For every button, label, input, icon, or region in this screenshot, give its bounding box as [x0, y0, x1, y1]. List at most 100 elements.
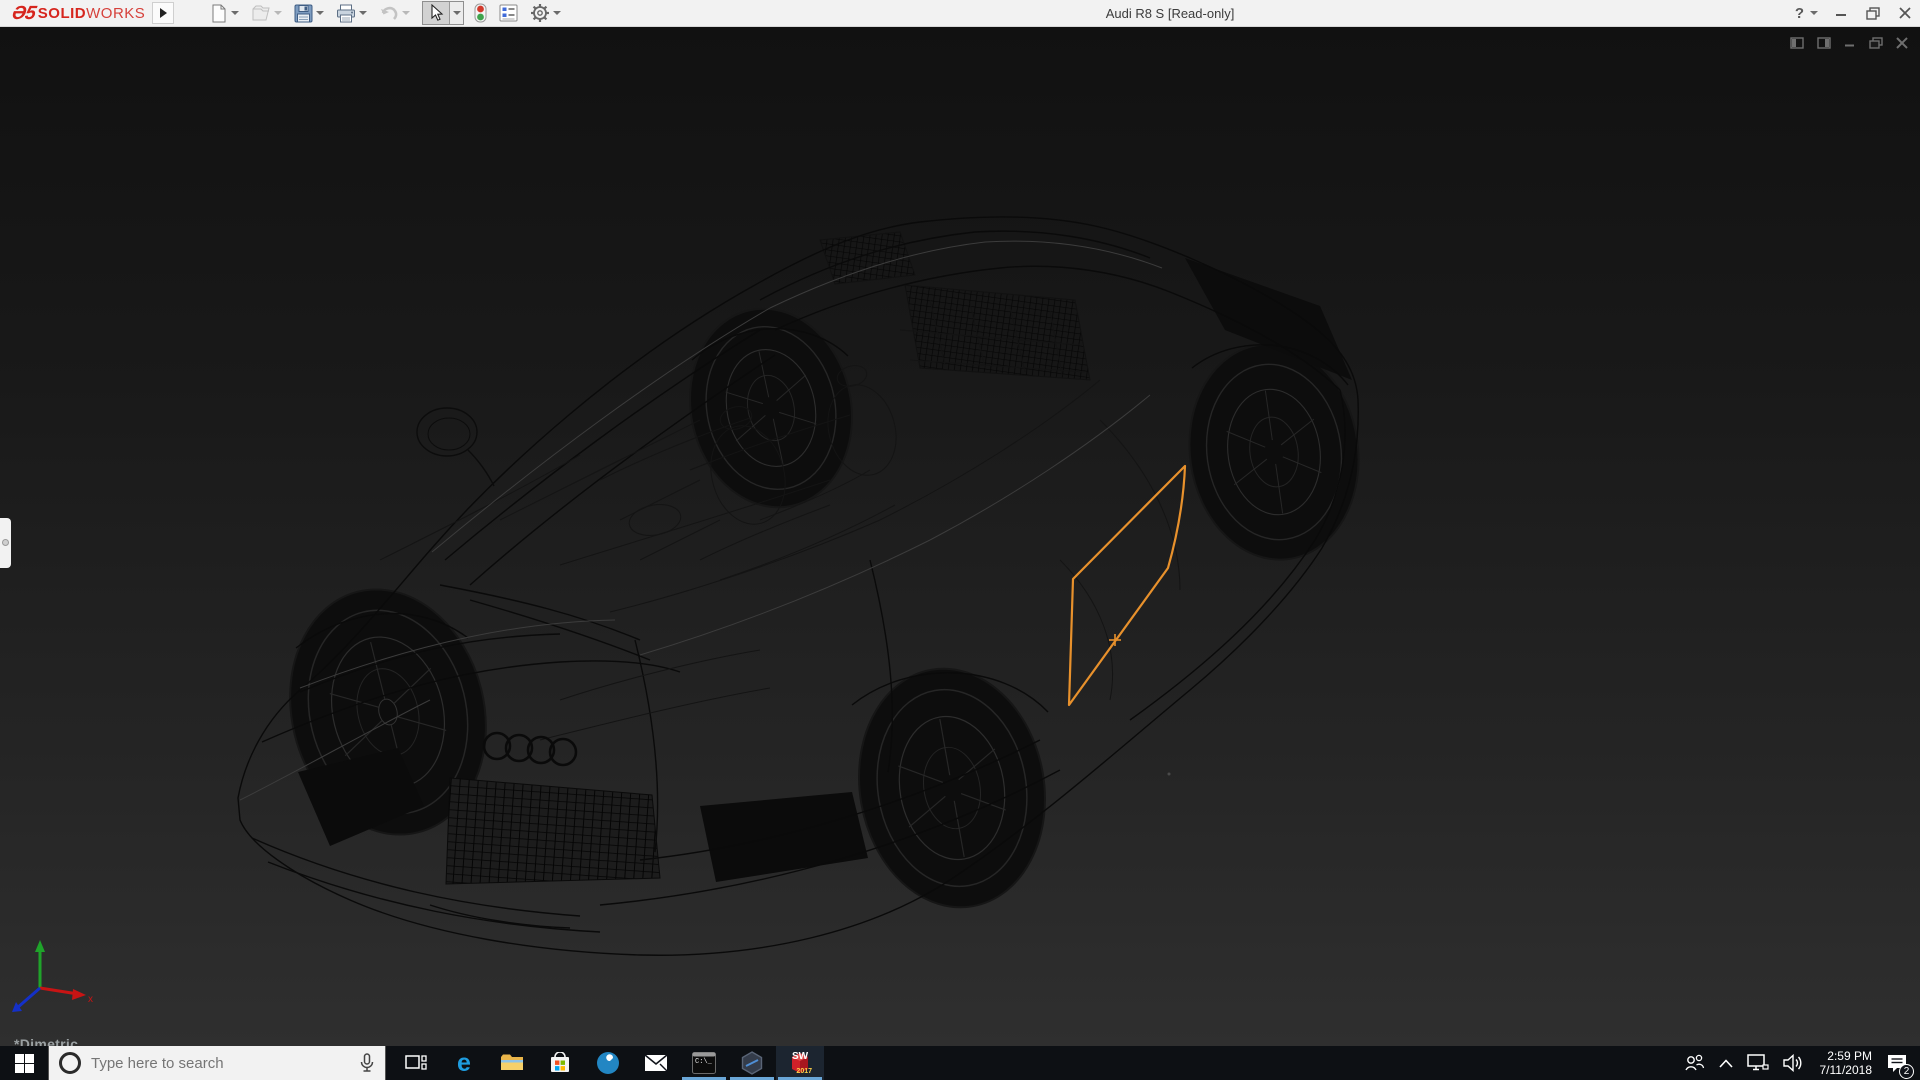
search-input[interactable] — [81, 1054, 359, 1072]
mail-button[interactable] — [632, 1046, 680, 1080]
doc-restore-button[interactable] — [1869, 37, 1883, 49]
chevron-up-icon — [1718, 1058, 1733, 1068]
help-button[interactable]: ? — [1795, 5, 1804, 22]
print-button[interactable] — [334, 1, 369, 25]
minimize-button[interactable] — [1832, 3, 1850, 23]
stray-vertex-dot — [1167, 772, 1171, 776]
save-dropdown[interactable] — [316, 11, 324, 15]
show-pane-left-button[interactable] — [1790, 37, 1804, 49]
task-view-button[interactable] — [392, 1046, 440, 1080]
doc-minimize-icon — [1845, 44, 1854, 47]
open-dropdown[interactable] — [274, 11, 282, 15]
side-mirror[interactable] — [416, 407, 495, 487]
doc-minimize-button[interactable] — [1844, 37, 1856, 49]
wrench-circle-icon — [597, 1052, 619, 1074]
selected-surface[interactable] — [1067, 464, 1187, 707]
menu-expand-button[interactable] — [152, 2, 174, 24]
hexagon-app-icon — [741, 1051, 763, 1075]
help-dropdown[interactable] — [1810, 11, 1818, 15]
file-explorer-icon — [501, 1054, 523, 1070]
microsoft-store-icon — [551, 1052, 569, 1072]
hidden-icons-button[interactable] — [1712, 1046, 1740, 1080]
print-dropdown[interactable] — [359, 11, 367, 15]
solidworks-2017-button[interactable]: SW 2017 — [776, 1046, 824, 1080]
cortana-icon[interactable] — [59, 1052, 81, 1074]
triad-x-label: x — [88, 994, 93, 1005]
save-floppy-icon — [294, 4, 313, 22]
window-title: Audi R8 S [Read-only] — [1105, 6, 1235, 21]
taskbar-clock[interactable]: 2:59 PM 7/11/2018 — [1812, 1049, 1881, 1077]
select-cursor-icon — [430, 4, 443, 21]
pane-left-icon — [1790, 37, 1804, 49]
logo-text-bold: SOLID — [37, 5, 87, 22]
select-tool-button[interactable] — [423, 2, 449, 24]
edge-icon: e — [457, 1049, 471, 1077]
options-gear-icon — [531, 4, 549, 22]
graphics-viewport[interactable]: x *Dimetric — [0, 27, 1920, 1046]
notification-badge: 2 — [1899, 1064, 1914, 1079]
microsoft-store-button[interactable] — [536, 1046, 584, 1080]
grille-mesh — [445, 777, 661, 885]
network-button[interactable] — [1740, 1046, 1776, 1080]
people-button[interactable] — [1676, 1046, 1712, 1080]
undo-button[interactable] — [377, 1, 412, 25]
sw-year: 2017 — [796, 1068, 812, 1075]
solidworks-logo: Ə5 SOLID WORKS — [10, 3, 145, 24]
document-window-controls — [1790, 37, 1908, 49]
titlebar: Ə5 SOLID WORKS Audi R8 S [Read-only] ? — [0, 0, 1920, 27]
action-center-button[interactable]: 2 — [1880, 1046, 1920, 1080]
people-icon — [1684, 1054, 1704, 1071]
featuremanager-flyout-tab[interactable] — [0, 518, 11, 568]
select-caret-icon — [452, 11, 461, 15]
command-prompt-button[interactable]: C:\_ — [680, 1046, 728, 1080]
edge-button[interactable]: e — [440, 1046, 488, 1080]
flyout-arrow-icon — [2, 539, 9, 546]
minimize-icon — [1836, 14, 1846, 16]
wheel-front-right[interactable] — [841, 654, 1064, 922]
system-tray: 2:59 PM 7/11/2018 2 — [1676, 1046, 1920, 1080]
taskbar-apps: e C:\_ SW 2017 — [392, 1046, 824, 1080]
volume-button[interactable] — [1776, 1046, 1812, 1080]
doc-restore-icon — [1869, 37, 1883, 49]
clock-time: 2:59 PM — [1827, 1049, 1872, 1063]
new-document-dropdown[interactable] — [231, 11, 239, 15]
file-properties-button[interactable] — [497, 1, 520, 25]
wheel-rear-left[interactable] — [672, 294, 870, 523]
quick-access-toolbar — [200, 0, 563, 26]
sw-letters: SW — [791, 1051, 809, 1062]
mail-icon — [644, 1054, 668, 1072]
open-folder-icon — [252, 5, 270, 21]
select-tool-group — [422, 1, 464, 25]
rebuild-traffic-light-icon — [474, 3, 487, 23]
hexagon-app-button[interactable] — [728, 1046, 776, 1080]
close-button[interactable] — [1896, 3, 1914, 23]
titlebar-controls: ? — [1795, 0, 1914, 26]
save-button[interactable] — [292, 1, 326, 25]
taskbar-search[interactable] — [48, 1046, 386, 1080]
rebuild-button[interactable] — [472, 1, 489, 25]
undo-dropdown[interactable] — [402, 11, 410, 15]
car-wireframe-model[interactable]: x — [0, 27, 1920, 1046]
windows-logo-icon — [14, 1053, 34, 1073]
new-document-button[interactable] — [208, 1, 241, 25]
doc-close-button[interactable] — [1896, 37, 1908, 49]
audi-rings — [482, 731, 578, 767]
restore-icon — [1866, 6, 1880, 20]
intake-front-right — [700, 792, 868, 882]
restore-button[interactable] — [1864, 3, 1882, 23]
microphone-icon[interactable] — [359, 1053, 375, 1073]
network-ethernet-icon — [1746, 1054, 1769, 1071]
clock-date: 7/11/2018 — [1819, 1063, 1873, 1077]
task-view-icon — [405, 1055, 427, 1070]
start-button[interactable] — [0, 1046, 48, 1080]
file-explorer-button[interactable] — [488, 1046, 536, 1080]
expand-arrow-icon — [159, 8, 167, 18]
doc-close-icon — [1896, 37, 1908, 49]
tools-app-button[interactable] — [584, 1046, 632, 1080]
show-pane-right-button[interactable] — [1817, 37, 1831, 49]
options-dropdown[interactable] — [553, 11, 561, 15]
open-button[interactable] — [249, 1, 284, 25]
options-button[interactable] — [528, 1, 563, 25]
close-icon — [1899, 7, 1911, 19]
select-tool-dropdown[interactable] — [449, 2, 463, 24]
